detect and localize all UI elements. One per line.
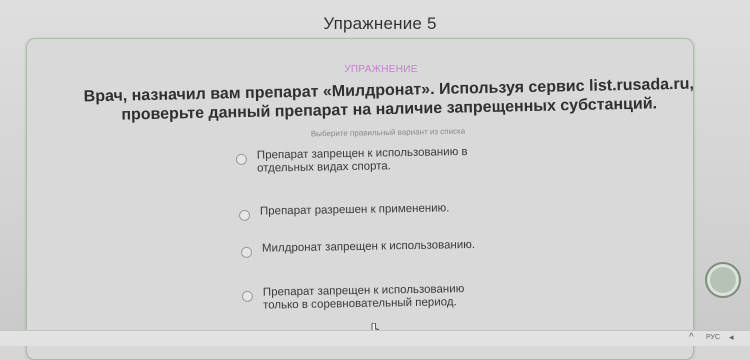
answer-option-label: Препарат запрещен к использованию только… xyxy=(263,283,465,313)
hint-text: Выберите правильный вариант из списка xyxy=(310,126,466,139)
question-text: Врач, назначил вам препарат «Милдронат».… xyxy=(39,74,740,127)
answer-option-4[interactable]: Препарат запрещен к использованию только… xyxy=(241,282,522,313)
answer-option-label: Препарат запрещен к использованию в отде… xyxy=(257,146,468,176)
exercise-card: УПРАЖНЕНИЕ Врач, назначил вам препарат «… xyxy=(26,38,694,360)
radio-button-icon[interactable] xyxy=(238,209,251,221)
answer-option-label: Милдронат запрещен к использованию. xyxy=(262,239,475,256)
exercise-badge: УПРАЖНЕНИЕ xyxy=(344,64,418,75)
tray-chevron-icon[interactable]: ^ xyxy=(689,332,694,343)
radio-button-icon[interactable] xyxy=(241,290,254,302)
language-indicator[interactable]: РУС xyxy=(706,334,720,341)
radio-button-icon[interactable] xyxy=(240,246,253,258)
radio-button-icon[interactable] xyxy=(235,153,248,165)
tray-arrow-icon[interactable]: ◂ xyxy=(729,332,734,343)
taskbar: ^ РУС ◂ xyxy=(0,330,750,346)
page-title: Упражнение 5 xyxy=(323,14,437,33)
answer-option-label-line: Препарат разрешен к применению. xyxy=(259,202,450,218)
screen: Упражнение 5 УПРАЖНЕНИЕ Врач, назначил в… xyxy=(0,0,750,360)
circle-button-icon[interactable] xyxy=(705,262,741,298)
answer-option-label: Препарат разрешен к применению. xyxy=(260,202,450,218)
answer-option-1[interactable]: Препарат запрещен к использованию в отде… xyxy=(235,145,516,176)
answer-option-label-line: Милдронат запрещен к использованию. xyxy=(261,238,476,255)
